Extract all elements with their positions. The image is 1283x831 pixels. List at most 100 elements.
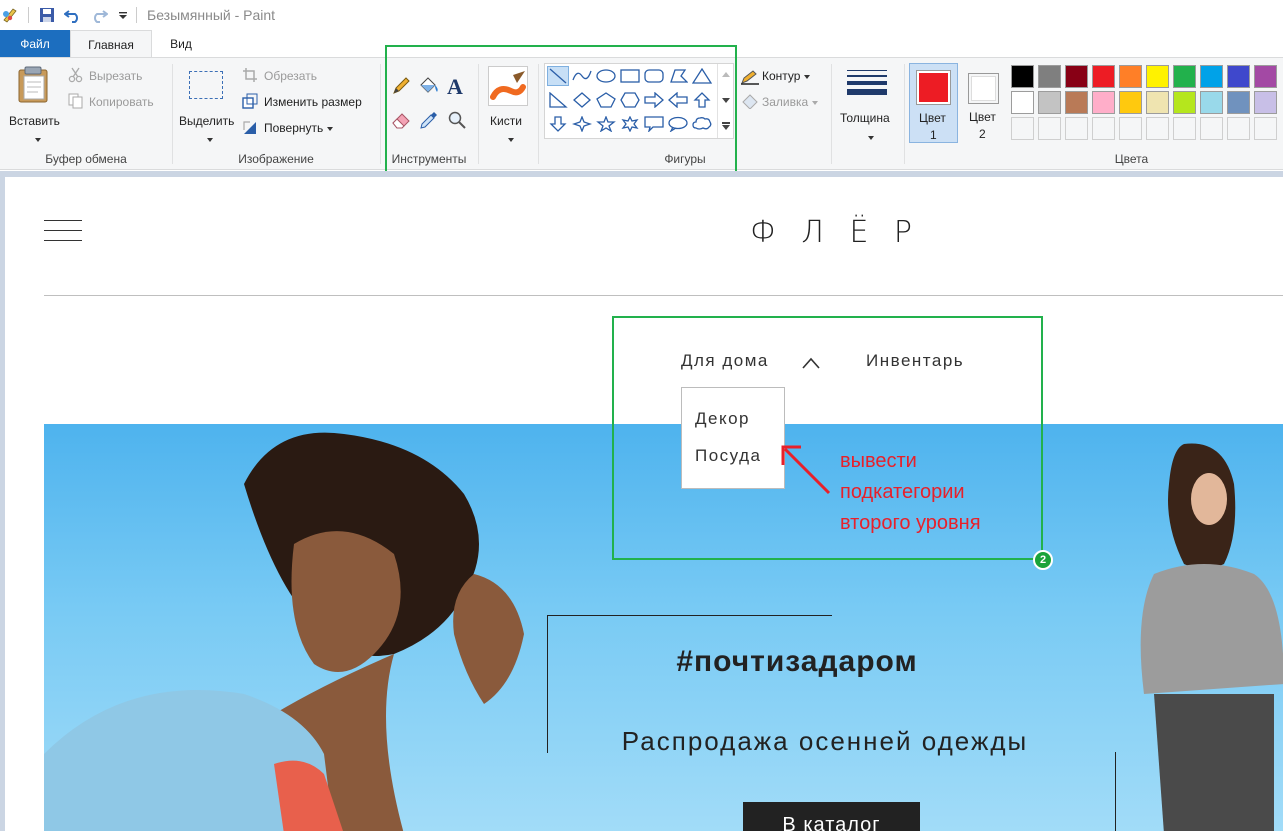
hero-frame-top <box>547 615 832 616</box>
palette-empty-swatch[interactable] <box>1092 117 1115 140</box>
palette-swatch[interactable] <box>1038 65 1061 88</box>
image-group-label: Изображение <box>238 152 314 166</box>
chevron-down-icon <box>31 132 41 146</box>
palette-swatch[interactable] <box>1227 65 1250 88</box>
outline-label: Контур <box>762 69 811 83</box>
color1-number: 1 <box>930 128 937 142</box>
clipboard-group-label: Буфер обмена <box>45 152 127 166</box>
paste-label: Вставить <box>9 114 60 128</box>
chevron-down-icon <box>327 126 334 131</box>
palette-swatch[interactable] <box>1092 65 1115 88</box>
palette-swatch[interactable] <box>1092 91 1115 114</box>
crop-icon <box>243 68 257 82</box>
palette-swatch[interactable] <box>1119 65 1142 88</box>
color1-button[interactable]: Цвет 1 <box>909 63 958 143</box>
clipboard-icon <box>18 66 48 103</box>
colors-group-label: Цвета <box>1114 152 1149 166</box>
palette-empty-swatch[interactable] <box>1119 117 1142 140</box>
hero-frame-left <box>547 615 548 753</box>
header-divider <box>44 295 1283 296</box>
palette-empty-swatch[interactable] <box>1011 117 1034 140</box>
palette-empty-swatch[interactable] <box>1227 117 1250 140</box>
color2-button[interactable]: Цвет 2 <box>960 63 1007 143</box>
palette-empty-swatch[interactable] <box>1200 117 1223 140</box>
line-thickness-icon <box>847 70 887 100</box>
hero-model-right-image <box>1140 443 1283 831</box>
scissors-icon <box>68 67 83 83</box>
tab-file[interactable]: Файл <box>0 30 70 58</box>
hero-model-left-image <box>44 432 524 831</box>
paste-button[interactable]: Вставить <box>6 62 62 142</box>
group-divider <box>380 64 381 164</box>
outline-brush-icon <box>741 70 759 85</box>
hero-subtitle: Распродажа осенней одежды <box>621 726 1029 756</box>
save-icon[interactable] <box>38 6 56 24</box>
size-button[interactable]: Толщина <box>838 62 896 142</box>
group-divider <box>831 64 832 164</box>
color-palette <box>1011 65 1283 145</box>
selection-rect-icon <box>189 71 223 99</box>
color2-number: 2 <box>979 127 986 141</box>
tab-home[interactable]: Главная <box>70 30 152 58</box>
palette-swatch[interactable] <box>1173 65 1196 88</box>
palette-empty-swatch[interactable] <box>1065 117 1088 140</box>
palette-swatch[interactable] <box>1254 65 1277 88</box>
copy-icon <box>68 93 83 109</box>
palette-swatch[interactable] <box>1119 91 1142 114</box>
chevron-down-icon <box>864 130 874 144</box>
divider <box>28 7 29 23</box>
chevron-down-icon <box>812 100 819 105</box>
palette-empty-swatch[interactable] <box>1173 117 1196 140</box>
paint-canvas[interactable]: Ф Л Ё Р #почтизадаром Распродажа осенней… <box>5 177 1283 831</box>
palette-swatch[interactable] <box>1227 91 1250 114</box>
group-divider <box>904 64 905 164</box>
select-button[interactable]: Выделить <box>176 62 238 142</box>
resize-icon <box>242 93 258 109</box>
paint-app-icon[interactable] <box>1 6 19 24</box>
tab-view[interactable]: Вид <box>152 30 210 58</box>
color1-label: Цвет <box>919 111 946 125</box>
palette-swatch[interactable] <box>1038 91 1061 114</box>
palette-swatch[interactable] <box>1254 91 1277 114</box>
palette-swatch[interactable] <box>1011 65 1034 88</box>
color1-swatch <box>916 70 951 105</box>
fill-label: Заливка <box>762 95 819 109</box>
palette-empty-swatch[interactable] <box>1254 117 1277 140</box>
site-logo[interactable]: Ф Л Ё Р <box>750 215 920 250</box>
color2-swatch <box>968 73 999 104</box>
palette-swatch[interactable] <box>1200 65 1223 88</box>
palette-swatch[interactable] <box>1146 65 1169 88</box>
color2-label: Цвет <box>969 110 996 124</box>
resize-label: Изменить размер <box>264 95 362 109</box>
chevron-down-icon <box>804 74 811 79</box>
annotation-box-2 <box>612 316 1043 560</box>
hero-frame-right <box>1115 752 1116 831</box>
palette-swatch[interactable] <box>1065 91 1088 114</box>
hero-hashtag: #почтизадаром <box>676 645 918 678</box>
cut-label: Вырезать <box>89 69 143 83</box>
undo-icon[interactable] <box>64 6 82 24</box>
palette-swatch[interactable] <box>1011 91 1034 114</box>
title-bar: Безымянный - Paint <box>0 0 1283 30</box>
annotation-box-1 <box>385 45 737 184</box>
palette-empty-swatch[interactable] <box>1038 117 1061 140</box>
palette-empty-swatch[interactable] <box>1146 117 1169 140</box>
divider <box>136 7 137 23</box>
annotation-badge-2: 2 <box>1033 550 1053 570</box>
customize-toolbar-icon[interactable] <box>114 6 132 24</box>
chevron-down-icon <box>203 132 213 146</box>
copy-label: Копировать <box>89 95 154 109</box>
palette-swatch[interactable] <box>1173 91 1196 114</box>
rotate-label: Повернуть <box>264 121 334 135</box>
fill-icon <box>742 94 758 109</box>
rotate-icon <box>243 121 256 134</box>
catalog-button[interactable]: В каталог <box>743 802 920 831</box>
group-divider <box>172 64 173 164</box>
hamburger-menu-icon[interactable] <box>44 220 82 242</box>
palette-swatch[interactable] <box>1200 91 1223 114</box>
palette-swatch[interactable] <box>1146 91 1169 114</box>
palette-swatch[interactable] <box>1065 65 1088 88</box>
redo-icon[interactable] <box>90 6 108 24</box>
crop-label: Обрезать <box>264 69 317 83</box>
size-label: Толщина <box>840 111 890 125</box>
